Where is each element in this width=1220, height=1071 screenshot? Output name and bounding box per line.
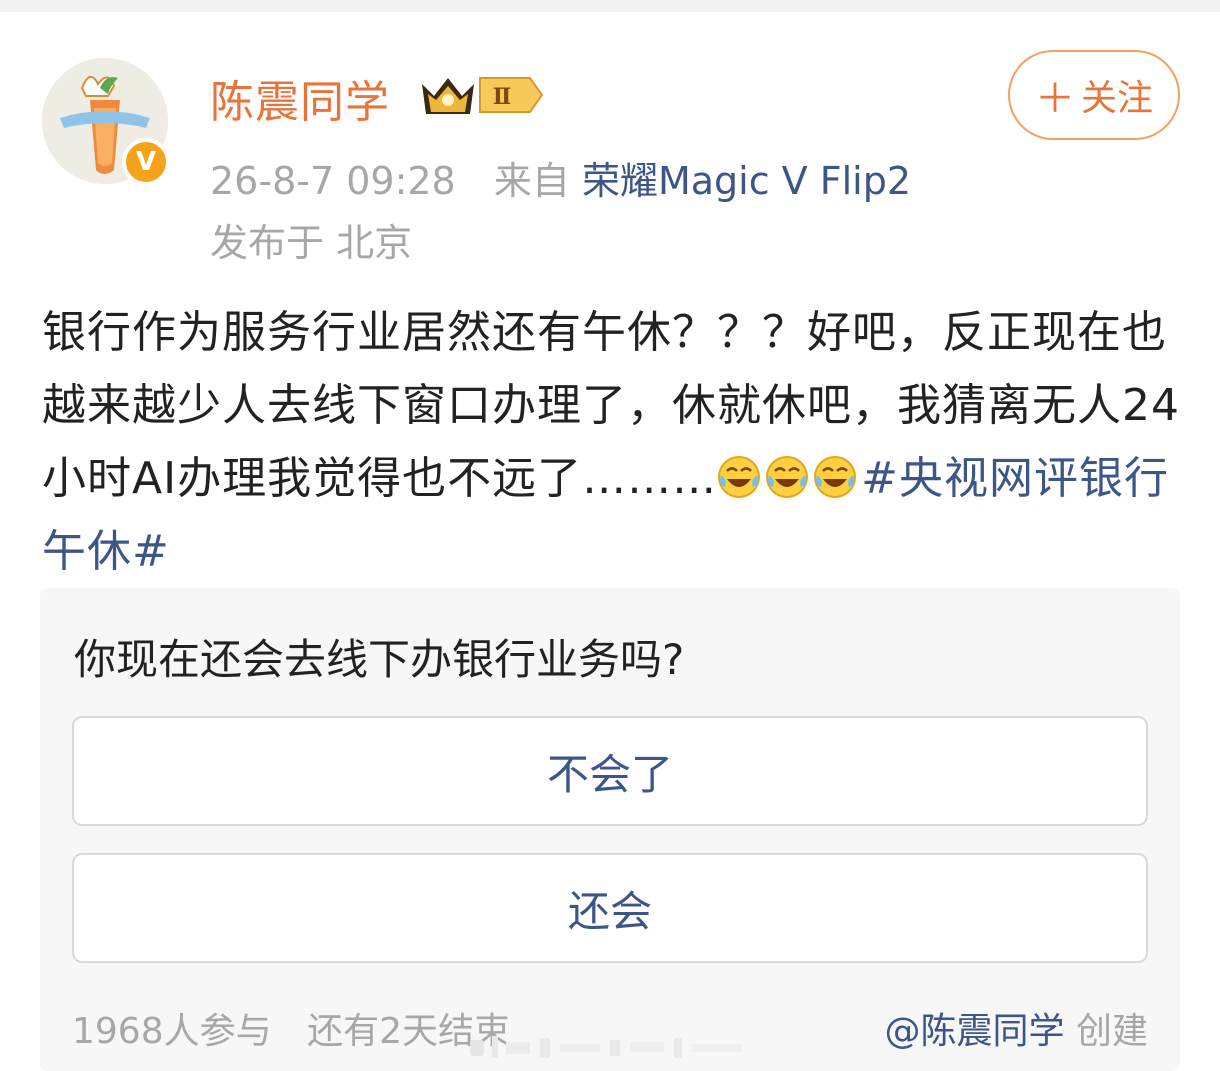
- verified-badge: V: [122, 138, 170, 186]
- crown-level-icon: Ⅱ: [422, 77, 544, 114]
- poll-option-label: 还会: [567, 886, 652, 936]
- source-prefix: 来自: [493, 159, 570, 203]
- follow-button[interactable]: ＋ 关注: [1008, 50, 1180, 140]
- post-meta: 26-8-7 09:28 来自 荣耀Magic V Flip2: [210, 150, 911, 205]
- poll-creator: @陈震同学 创建: [885, 1002, 1148, 1054]
- follow-button-label: 关注: [1080, 78, 1153, 119]
- poll-option-no[interactable]: 不会了: [72, 716, 1148, 826]
- poll-question: 你现在还会去线下办银行业务吗?: [74, 635, 685, 684]
- creator-suffix: 创建: [1075, 1011, 1148, 1052]
- username[interactable]: 陈震同学: [210, 66, 390, 130]
- laugh-cry-emoji: [718, 456, 761, 498]
- level-badge-text: Ⅱ: [493, 84, 512, 110]
- post-text: 银行作为服务行业居然还有午休？？？好吧，反正现在也越来越少人去线下窗口办理了，休…: [42, 296, 1182, 588]
- post-location: 发布于 北京: [210, 221, 413, 265]
- poll-participants: 1968人参与: [72, 1011, 272, 1052]
- poll-stats: 1968人参与 还有2天结束: [72, 1002, 510, 1054]
- poll-option-yes[interactable]: 还会: [72, 853, 1148, 963]
- plus-icon: ＋: [1034, 76, 1075, 122]
- post-time: 26-8-7 09:28: [210, 159, 456, 203]
- laugh-cry-emoji: [814, 456, 857, 498]
- watermark-decoration: [470, 1036, 742, 1058]
- laugh-cry-emoji: [766, 456, 809, 498]
- creator-mention[interactable]: @陈震同学: [885, 1011, 1065, 1052]
- top-divider: [0, 0, 1220, 12]
- poll-option-label: 不会了: [546, 749, 673, 799]
- device-link[interactable]: 荣耀Magic V Flip2: [582, 159, 911, 203]
